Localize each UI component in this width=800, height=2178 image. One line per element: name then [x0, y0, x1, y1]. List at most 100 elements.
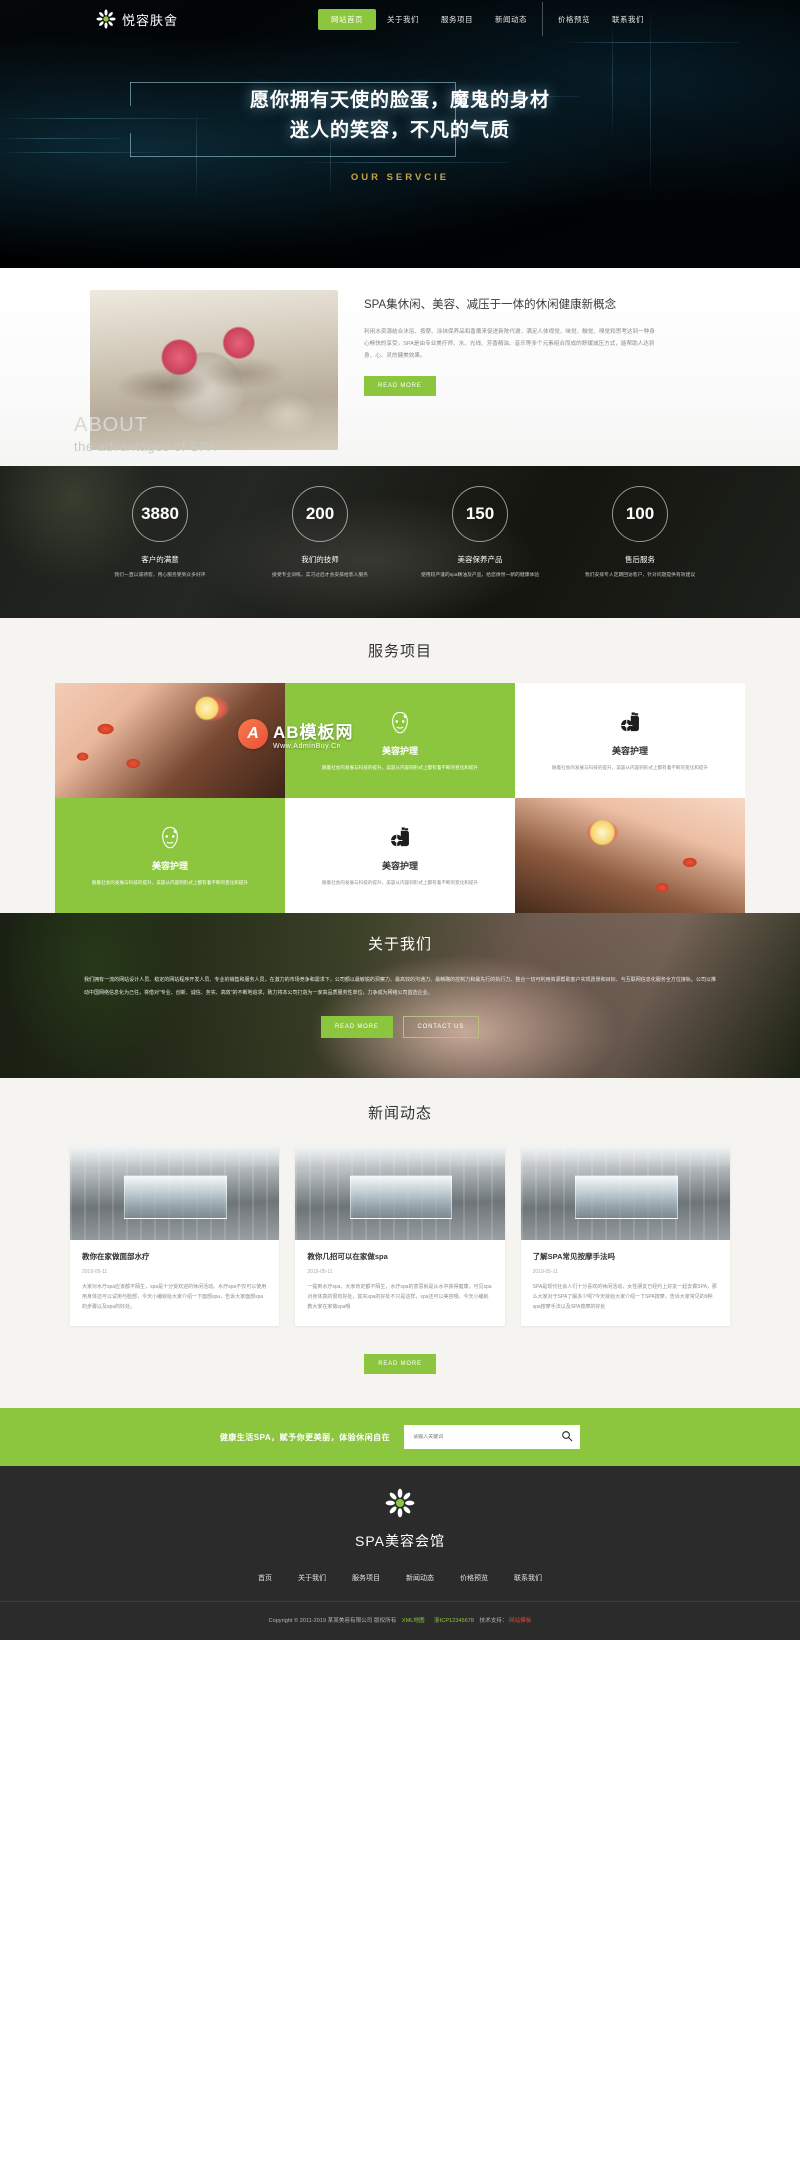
- nav-item-home[interactable]: 网站首页: [318, 8, 377, 30]
- icp-link[interactable]: 浙ICP12345678: [434, 1618, 474, 1624]
- footer-nav-services[interactable]: 服务项目: [352, 1573, 380, 1583]
- brand-name: 悦容肤舍: [122, 12, 179, 28]
- newsletter-search-box[interactable]: [404, 1425, 581, 1449]
- watermark-logo-icon: A: [238, 719, 268, 749]
- news-section: 新闻动态 教你在家做面部水疗 2019-05-11 大家对水疗spa应该都不陌生…: [0, 1078, 800, 1408]
- news-card[interactable]: 了解SPA常见按摩手法吗 2019-05-11 SPA是现代社会人们十分喜欢的休…: [520, 1145, 730, 1326]
- news-card-desc: 大家对水疗spa应该都不陌生，spa是十分受欢迎的休闲活动。水疗spa不仅可以使…: [82, 1284, 267, 1310]
- about-paragraph: 利用水资源结合沐浴、按摩、涂抹保养品和香薰来促进新陈代谢，满足人体视觉、味觉、触…: [364, 329, 655, 359]
- newsletter-slogan: 健康生活SPA，赋予你更美丽，体验休闲自在: [219, 1432, 391, 1442]
- search-input[interactable]: [404, 1434, 555, 1440]
- service-card-title: 美容护理: [151, 860, 188, 871]
- facial-mask-icon: [157, 825, 183, 851]
- about-read-more-button[interactable]: READ MORE: [364, 376, 436, 396]
- about-watermark-small: the advantages of SPA: [74, 439, 217, 454]
- about-us-contact-button[interactable]: CONTACT US: [402, 1016, 479, 1038]
- stat-circle: 150: [452, 486, 508, 542]
- service-card-title: 美容护理: [381, 745, 418, 756]
- nav-item-news[interactable]: 新闻动态: [484, 9, 538, 30]
- stat-item: 200 我们的技师 接受专业训练，实习过后才会安排给客人服务: [240, 486, 400, 580]
- news-card-title: 教你几招可以在家做spa: [307, 1252, 388, 1261]
- service-image-flower: [515, 798, 745, 913]
- search-icon: [561, 1430, 573, 1445]
- service-card-facial-green-2[interactable]: 美容护理 随着社会的发展与科技的提升，美容从内容到形式上都有着不断的变化和提升: [55, 798, 285, 913]
- stats-section: 3880 客户的满意 我们一直以诚待客，用心服务受到众多好评 200 我们的技师…: [0, 466, 800, 618]
- news-card-desc: 一提到水疗spa，大家肯定都不陌生，水疗spa的意思就是从水中获得健康，可见sp…: [307, 1284, 492, 1310]
- stat-circle: 100: [612, 486, 668, 542]
- services-grid: 美容护理 随着社会的发展与科技的提升，美容从内容到形式上都有着不断的变化和提升 …: [55, 683, 745, 913]
- service-card-desc: 随着社会的发展与科技的提升，美容从内容到形式上都有着不断的变化和提升: [91, 879, 249, 885]
- stat-number: 200: [305, 504, 335, 523]
- service-card-title: 美容护理: [381, 860, 418, 871]
- about-us-banner: 关于我们 我们拥有一流的网站设计人员、稳定的网站程序开发人员、专业的销售和服务人…: [0, 913, 800, 1078]
- copyright-line: Copyright © 2011-2019 某某美容有限公司 版权所有 XML地…: [0, 1616, 800, 1624]
- stat-label: 美容保养产品: [457, 555, 503, 564]
- newsletter-bar: 健康生活SPA，赋予你更美丽，体验休闲自在: [0, 1408, 800, 1466]
- footer-nav: 首页 关于我们 服务项目 新闻动态 价格预览 联系我们: [0, 1573, 800, 1601]
- stat-desc: 我们一直以诚待客，用心服务受到众多好评: [114, 573, 206, 578]
- stat-desc: 使用较严谨的spa精油及产品，给您焕然一新的健康体验: [420, 573, 540, 578]
- xml-sitemap-link[interactable]: XML地图: [402, 1618, 425, 1624]
- news-card[interactable]: 教你在家做面部水疗 2019-05-11 大家对水疗spa应该都不陌生，spa是…: [70, 1145, 280, 1326]
- service-card-lotion-white-1[interactable]: 美容护理 随着社会的发展与科技的提升，美容从内容到形式上都有着不断的变化和提升: [515, 683, 745, 798]
- about-us-paragraph: 我们拥有一流的网站设计人员、稳定的网站程序开发人员、专业的销售和服务人员，在激力…: [84, 977, 716, 996]
- news-card[interactable]: 教你几招可以在家做spa 2019-05-11 一提到水疗spa，大家肯定都不陌…: [295, 1145, 505, 1326]
- hero-title-line1: 愿你拥有天使的脸蛋，魔鬼的身材: [249, 90, 550, 111]
- about-heading: SPA集休闲、美容、减压于一体的休闲健康新概念: [364, 299, 617, 311]
- stat-label: 我们的技师: [301, 555, 339, 564]
- news-card-title: 了解SPA常见按摩手法吗: [532, 1252, 616, 1261]
- footer-nav-pricing[interactable]: 价格预览: [460, 1573, 488, 1583]
- facial-mask-icon: [387, 710, 413, 736]
- site-logo[interactable]: 悦容肤舍: [96, 9, 178, 29]
- news-read-more-button[interactable]: READ MORE: [364, 1354, 436, 1374]
- stat-circle: 3880: [132, 486, 188, 542]
- hero-subtitle: OUR SERVCIE: [350, 172, 450, 183]
- support-label: 技术支持：: [479, 1618, 508, 1624]
- service-card-desc: 随着社会的发展与科技的提升，美容从内容到形式上都有着不断的变化和提升: [321, 764, 479, 770]
- stat-item: 100 售后服务 我们安排专人定期回访客户，针对问题提供有效建议: [560, 486, 720, 580]
- footer-brand: SPA美容会馆: [355, 1533, 445, 1549]
- footer-logo[interactable]: [0, 1488, 800, 1523]
- stat-label: 售后服务: [625, 555, 655, 564]
- footer-nav-about[interactable]: 关于我们: [298, 1573, 326, 1583]
- footer-nav-contact[interactable]: 联系我们: [514, 1573, 542, 1583]
- support-link[interactable]: 网站模板: [509, 1618, 531, 1624]
- stat-number: 3880: [141, 504, 179, 523]
- services-title: 服务项目: [367, 643, 432, 660]
- services-section: 服务项目 美容护理 随着社会的发展与科技的提升，美容从内容到形式上都有着不断的变…: [0, 618, 800, 913]
- copyright-text: Copyright © 2011-2019 某某美容有限公司 版权所有: [268, 1618, 397, 1624]
- watermark-main-text: AB模板网: [273, 723, 354, 742]
- nav-item-pricing[interactable]: 价格预览: [547, 9, 601, 30]
- site-header: 悦容肤舍 网站首页 关于我们 服务项目 新闻动态 价格预览 联系我们: [0, 0, 800, 38]
- nav-item-about[interactable]: 关于我们: [376, 9, 430, 30]
- about-us-read-more-button[interactable]: READ MORE: [321, 1016, 393, 1038]
- search-button[interactable]: [554, 1425, 580, 1449]
- stat-number: 150: [465, 504, 495, 523]
- news-card-date: 2019-05-11: [307, 1269, 333, 1275]
- news-grid: 教你在家做面部水疗 2019-05-11 大家对水疗spa应该都不陌生，spa是…: [70, 1145, 730, 1326]
- news-card-title: 教你在家做面部水疗: [82, 1252, 150, 1261]
- nav-divider: [542, 2, 544, 36]
- news-card-desc: SPA是现代社会人们十分喜欢的休闲活动，女性朋友已经约上好友一起去做SPA，那么…: [532, 1284, 717, 1310]
- flower-icon: [96, 9, 116, 29]
- watermark-badge: A AB模板网 Www.AdminBuy.Cn: [238, 718, 354, 750]
- news-thumbnail: [520, 1145, 730, 1240]
- hero-title-line2: 迷人的笑容，不凡的气质: [289, 120, 510, 141]
- footer-nav-home[interactable]: 首页: [258, 1573, 272, 1583]
- stat-item: 3880 客户的满意 我们一直以诚待客，用心服务受到众多好评: [80, 486, 240, 580]
- news-thumbnail: [295, 1145, 505, 1240]
- lotion-bottle-icon: [387, 825, 413, 851]
- nav-item-services[interactable]: 服务项目: [430, 9, 484, 30]
- service-card-title: 美容护理: [611, 745, 648, 756]
- main-nav: 网站首页 关于我们 服务项目 新闻动态 价格预览 联系我们: [318, 2, 655, 36]
- service-card-lotion-white-2[interactable]: 美容护理 随着社会的发展与科技的提升，美容从内容到形式上都有着不断的变化和提升: [285, 798, 515, 913]
- footer-nav-news[interactable]: 新闻动态: [406, 1573, 434, 1583]
- about-watermark-big: ABOUT: [74, 414, 148, 436]
- footer-copyright-bar: Copyright © 2011-2019 某某美容有限公司 版权所有 XML地…: [0, 1601, 800, 1640]
- news-card-date: 2019-05-11: [532, 1269, 558, 1275]
- nav-item-contact[interactable]: 联系我们: [601, 9, 655, 30]
- hero-banner: 悦容肤舍 网站首页 关于我们 服务项目 新闻动态 价格预览 联系我们 愿你拥有天…: [0, 0, 800, 268]
- service-card-desc: 随着社会的发展与科技的提升，美容从内容到形式上都有着不断的变化和提升: [321, 879, 479, 885]
- news-thumbnail: [70, 1145, 280, 1240]
- flower-icon: [385, 1488, 415, 1522]
